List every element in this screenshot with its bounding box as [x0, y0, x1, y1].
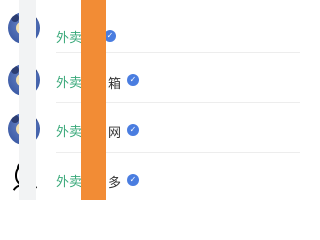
user-name-suffix: 网: [108, 126, 122, 141]
redaction-bar: [81, 0, 106, 200]
user-name-suffix: 箱: [108, 77, 122, 92]
user-name[interactable]: 外卖: [56, 171, 82, 190]
list-item[interactable]: 外卖 ✓: [0, 3, 300, 53]
user-name[interactable]: 外卖: [56, 27, 82, 46]
user-name[interactable]: 外卖: [56, 121, 82, 140]
verified-icon: ✓: [127, 124, 139, 136]
list-item[interactable]: 外卖 箱 ✓: [0, 53, 300, 103]
verified-icon: ✓: [127, 174, 139, 186]
redaction-bar: [19, 0, 36, 200]
verified-icon: ✓: [127, 74, 139, 86]
list-item[interactable]: 外卖 网 ✓: [0, 103, 300, 153]
user-list: 外卖 ✓ 外卖 箱 ✓ 外卖 网 ✓ 外卖 多 ✓: [0, 0, 300, 200]
user-name[interactable]: 外卖: [56, 72, 82, 91]
user-name-suffix: 多: [108, 176, 122, 191]
list-item[interactable]: 外卖 多 ✓: [0, 153, 300, 203]
